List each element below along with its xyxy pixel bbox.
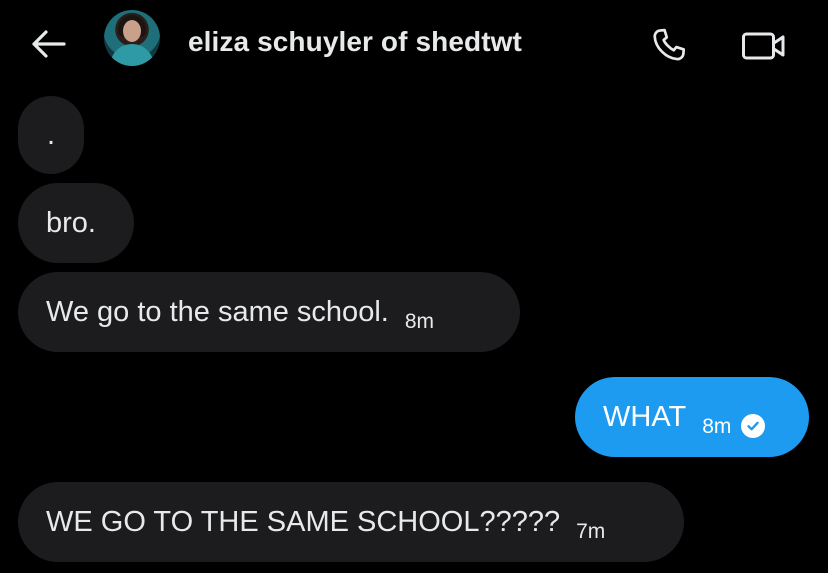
message-timestamp: 8m [404,309,435,333]
message-timestamp: 8m [702,414,732,438]
contact-avatar[interactable] [104,10,160,66]
message-bubble[interactable]: We go to the same school. 8m [18,272,520,352]
arrow-left-icon [32,30,66,58]
message-bubble[interactable]: bro. [18,183,134,263]
voice-call-button[interactable] [648,24,690,66]
video-call-button[interactable] [740,26,788,66]
message-bubble[interactable]: . [18,96,84,174]
conversation-header: eliza schuyler of shedtwt [0,0,828,88]
avatar-dress-shape [110,44,154,66]
phone-icon [653,28,686,61]
message-text: We go to the same school. [46,295,389,328]
back-button[interactable] [28,24,68,64]
message-timestamp: 7m [576,519,606,543]
message-text: WHAT [603,400,687,433]
conversation-title[interactable]: eliza schuyler of shedtwt [188,26,522,58]
message-text: . [47,118,56,151]
video-camera-icon [742,32,785,60]
message-text: bro. [46,206,96,239]
avatar-face-shape [123,20,141,42]
message-text: WE GO TO THE SAME SCHOOL????? [46,505,561,538]
sent-message-bubble[interactable]: WHAT 8m [575,377,809,457]
message-bubble[interactable]: WE GO TO THE SAME SCHOOL????? 7m [18,482,684,562]
seen-check-icon [741,414,766,438]
dm-conversation-screen: eliza schuyler of shedtwt . bro. We go t… [0,0,828,573]
